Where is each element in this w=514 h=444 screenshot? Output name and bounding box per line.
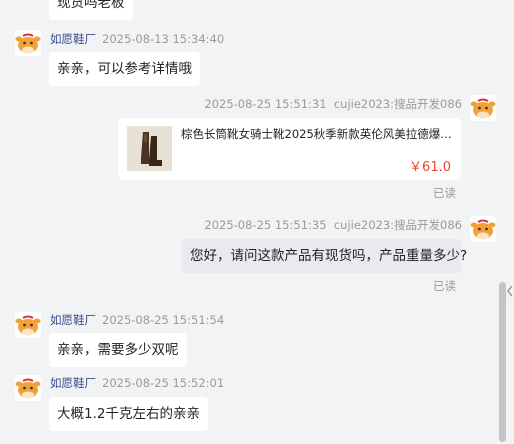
message-meta: 2025-08-25 15:51:35 cujie2023:搜品开发086 bbox=[204, 217, 462, 233]
avatar[interactable] bbox=[15, 30, 41, 56]
avatar[interactable] bbox=[15, 312, 41, 338]
cartoon-cow-avatar-icon bbox=[470, 216, 496, 242]
product-thumbnail bbox=[127, 126, 172, 171]
sender-name[interactable]: 如愿鞋厂 bbox=[50, 313, 96, 327]
avatar[interactable] bbox=[470, 95, 496, 121]
cartoon-cow-avatar-icon bbox=[15, 312, 41, 338]
message-bubble: 现货吗老板 bbox=[49, 0, 133, 20]
message-bubble: 大概1.2千克左右的亲亲 bbox=[49, 397, 208, 431]
cartoon-cow-avatar-icon bbox=[15, 30, 41, 56]
sender-name[interactable]: 如愿鞋厂 bbox=[50, 32, 96, 46]
message-time: 2025-08-25 15:51:35 bbox=[204, 218, 327, 232]
product-card[interactable]: 棕色长筒靴女骑士靴2025秋季新款英伦风美拉德爆款瘦... ￥61.0 bbox=[118, 118, 461, 180]
message-bubble: 亲亲，需要多少双呢 bbox=[49, 333, 187, 367]
message-text: 大概1.2千克左右的亲亲 bbox=[57, 406, 200, 422]
message-time: 2025-08-13 15:34:40 bbox=[102, 32, 225, 46]
product-title: 棕色长筒靴女骑士靴2025秋季新款英伦风美拉德爆款瘦... bbox=[181, 127, 453, 141]
chat-scrollbar[interactable] bbox=[496, 0, 514, 444]
collapse-arrow-icon[interactable] bbox=[507, 284, 514, 298]
sender-name: cujie2023:搜品开发086 bbox=[333, 218, 462, 232]
read-status: 已读 bbox=[433, 186, 456, 200]
message-meta: 如愿鞋厂 2025-08-13 15:34:40 bbox=[50, 31, 224, 47]
message-time: 2025-08-25 15:51:54 bbox=[102, 313, 225, 327]
message-meta: 2025-08-25 15:51:31 cujie2023:搜品开发086 bbox=[204, 96, 462, 112]
message-meta: 如愿鞋厂 2025-08-25 15:51:54 bbox=[50, 312, 224, 328]
avatar[interactable] bbox=[470, 216, 496, 242]
cartoon-cow-avatar-icon bbox=[15, 375, 41, 401]
message-text: 您好，请问这款产品有现货吗，产品重量多少? bbox=[190, 248, 468, 264]
sender-name[interactable]: 如愿鞋厂 bbox=[50, 376, 96, 390]
message-bubble: 亲亲，可以参考详情哦 bbox=[49, 52, 200, 86]
cartoon-cow-avatar-icon bbox=[470, 95, 496, 121]
boots-image-icon bbox=[127, 126, 172, 171]
sender-name: cujie2023:搜品开发086 bbox=[333, 97, 462, 111]
message-text: 现货吗老板 bbox=[57, 0, 125, 11]
product-price: ￥61.0 bbox=[409, 160, 451, 175]
message-time: 2025-08-25 15:52:01 bbox=[102, 376, 225, 390]
message-time: 2025-08-25 15:51:31 bbox=[204, 97, 327, 111]
avatar[interactable] bbox=[15, 375, 41, 401]
scrollbar-thumb[interactable] bbox=[499, 282, 506, 442]
message-bubble: 您好，请问这款产品有现货吗，产品重量多少? bbox=[182, 239, 467, 273]
read-status: 已读 bbox=[433, 279, 456, 293]
message-text: 亲亲，可以参考详情哦 bbox=[57, 61, 192, 77]
chat-message-list[interactable]: 现货吗老板 如愿鞋厂 2025-08-13 15:34:40 亲亲，可以参考详情哦… bbox=[0, 0, 496, 444]
message-text: 亲亲，需要多少双呢 bbox=[57, 342, 179, 358]
message-meta: 如愿鞋厂 2025-08-25 15:52:01 bbox=[50, 375, 224, 391]
